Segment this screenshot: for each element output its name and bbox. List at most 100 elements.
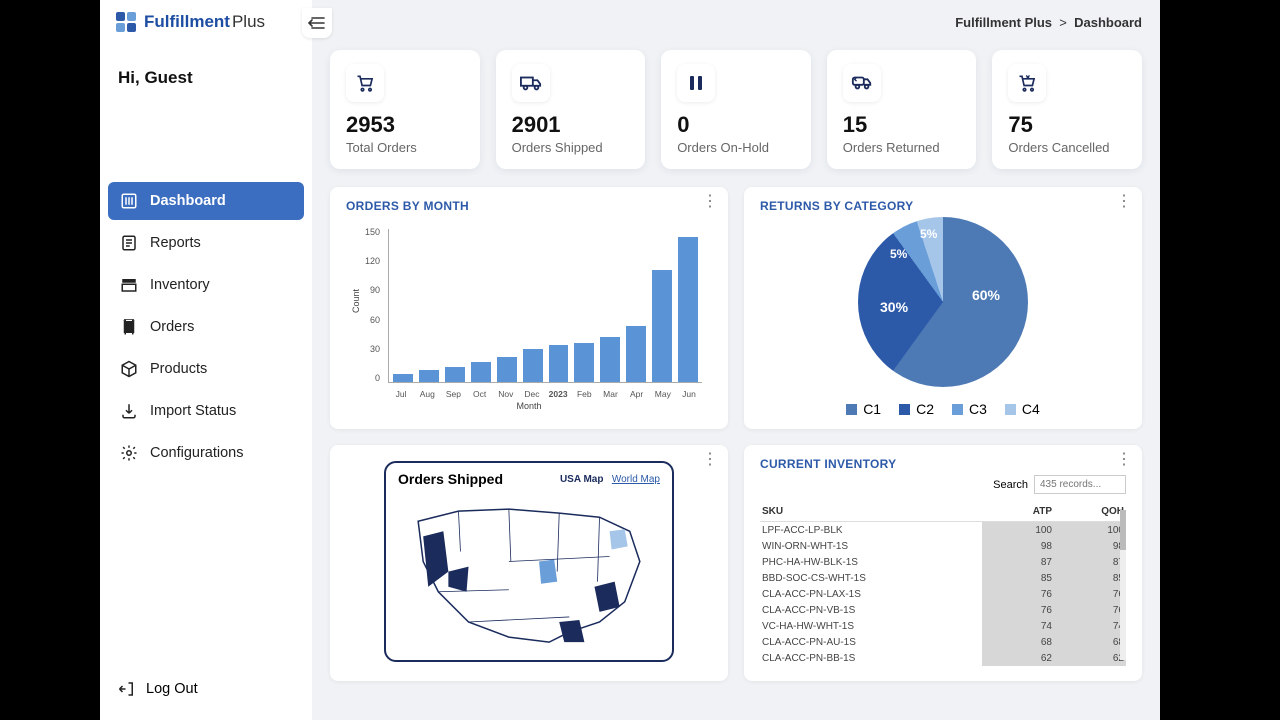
nav-dashboard[interactable]: Dashboard [108,182,304,220]
panel-title: CURRENT INVENTORY [760,457,896,471]
bar [393,374,413,382]
brand-name: FulfillmentPlus [144,12,265,32]
logout-button[interactable]: Log Out [108,668,304,710]
table-row[interactable]: PHC-HA-HW-BLK-1S8787 [760,554,1126,570]
nav-configurations[interactable]: Configurations [108,434,304,472]
panel-menu-button[interactable]: ⋮ [702,455,718,465]
nav-label: Orders [150,319,194,335]
usa-map[interactable] [398,491,660,652]
bar [523,349,543,382]
nav-reports[interactable]: Reports [108,224,304,262]
brand-logo-icon [114,10,138,34]
bar [471,362,491,382]
col-sku[interactable]: SKU [760,502,982,522]
nav-label: Reports [150,235,201,251]
stat-value: 75 [1008,112,1126,138]
cart-cancel-icon [1017,73,1037,93]
table-row[interactable]: BBD-SOC-CS-WHT-1S8585 [760,570,1126,586]
search-label: Search [993,479,1028,491]
map-link-usa[interactable]: USA Map [560,474,604,485]
stat-value: 2901 [512,112,630,138]
sidebar: FulfillmentPlus Hi, Guest Dashboard Repo… [100,0,312,720]
nav-orders[interactable]: Orders [108,308,304,346]
table-row[interactable]: CLA-ACC-PN-VB-1S7676 [760,602,1126,618]
stat-label: Orders Returned [843,140,961,155]
sidebar-collapse-button[interactable] [302,8,332,38]
pie-legend: C1 C2 C3 C4 [846,401,1040,417]
panel-orders-shipped-map: ⋮ Orders Shipped USA Map World Map [330,445,728,681]
map-link-world[interactable]: World Map [612,474,660,485]
import-icon [120,402,138,420]
stat-value: 0 [677,112,795,138]
stat-label: Total Orders [346,140,464,155]
breadcrumb-current: Dashboard [1074,15,1142,30]
panel-menu-button[interactable]: ⋮ [1116,455,1132,465]
panel-menu-button[interactable]: ⋮ [702,197,718,207]
nav-label: Products [150,361,207,377]
nav-import-status[interactable]: Import Status [108,392,304,430]
stat-total-orders: 2953 Total Orders [330,50,480,169]
main-content: Fulfillment Plus > Dashboard 2953 Total … [312,0,1160,720]
logout-label: Log Out [146,681,198,697]
stat-label: Orders Shipped [512,140,630,155]
panel-returns-by-category: RETURNS BY CATEGORY ⋮ 60% 30% 5% 5% C1 C… [744,187,1142,429]
stat-label: Orders Cancelled [1008,140,1126,155]
logout-icon [118,680,136,698]
nav-label: Configurations [150,445,244,461]
table-row[interactable]: CLA-ACC-PN-AU-1S6868 [760,634,1126,650]
nav-label: Import Status [150,403,236,419]
panel-menu-button[interactable]: ⋮ [1116,197,1132,207]
panel-title: ORDERS BY MONTH [346,199,712,213]
main-nav: Dashboard Reports Inventory Orders Produ… [108,182,304,472]
menu-collapse-icon [308,16,326,30]
nav-label: Dashboard [150,193,226,209]
dashboard-icon [120,192,138,210]
products-icon [120,360,138,378]
stat-orders-returned: 15 Orders Returned [827,50,977,169]
bar [600,337,620,382]
greeting-text: Hi, Guest [108,40,304,102]
table-row[interactable]: LPF-ACC-LP-BLK100100 [760,522,1126,539]
reports-icon [120,234,138,252]
nav-inventory[interactable]: Inventory [108,266,304,304]
table-row[interactable]: CLA-ACC-PN-BB-1S6262 [760,650,1126,666]
bar [678,237,698,382]
bar [626,326,646,382]
breadcrumb: Fulfillment Plus > Dashboard [330,0,1142,34]
nav-products[interactable]: Products [108,350,304,388]
bar-chart: Count 1501209060300 JulAugSepOctNovDec20… [346,221,712,411]
x-axis-ticks: JulAugSepOctNovDec2023FebMarAprMayJun [388,389,702,399]
bar [419,370,439,382]
panel-orders-by-month: ORDERS BY MONTH ⋮ Count 1501209060300 Ju… [330,187,728,429]
col-qoh[interactable]: QOH [1054,502,1126,522]
stat-value: 2953 [346,112,464,138]
logo: FulfillmentPlus [108,10,304,40]
pie-chart: 60% 30% 5% 5% [858,217,1028,387]
bar [574,343,594,382]
bar [497,357,517,383]
gear-icon [120,444,138,462]
table-row[interactable]: WIN-ORN-WHT-1S9898 [760,538,1126,554]
inventory-icon [120,276,138,294]
nav-label: Inventory [150,277,210,293]
inventory-scrollbar[interactable] [1120,510,1126,660]
col-atp[interactable]: ATP [982,502,1054,522]
bar [652,270,672,382]
stat-orders-onhold: 0 Orders On-Hold [661,50,811,169]
breadcrumb-root: Fulfillment Plus [955,15,1052,30]
inventory-search-input[interactable] [1034,475,1126,494]
y-axis-ticks: 1501209060300 [346,227,384,383]
stat-cards: 2953 Total Orders 2901 Orders Shipped 0 … [330,50,1142,169]
stat-orders-cancelled: 75 Orders Cancelled [992,50,1142,169]
map-title: Orders Shipped [398,471,503,487]
bar [445,367,465,382]
stat-value: 15 [843,112,961,138]
panel-title: RETURNS BY CATEGORY [760,199,1126,213]
table-row[interactable]: VC-HA-HW-WHT-1S7474 [760,618,1126,634]
pause-icon [688,74,704,92]
stat-label: Orders On-Hold [677,140,795,155]
stat-orders-shipped: 2901 Orders Shipped [496,50,646,169]
inventory-table: SKU ATP QOH LPF-ACC-LP-BLK100100WIN-ORN-… [760,502,1126,666]
table-row[interactable]: CLA-ACC-PN-LAX-1S7676 [760,586,1126,602]
orders-icon [120,318,138,336]
